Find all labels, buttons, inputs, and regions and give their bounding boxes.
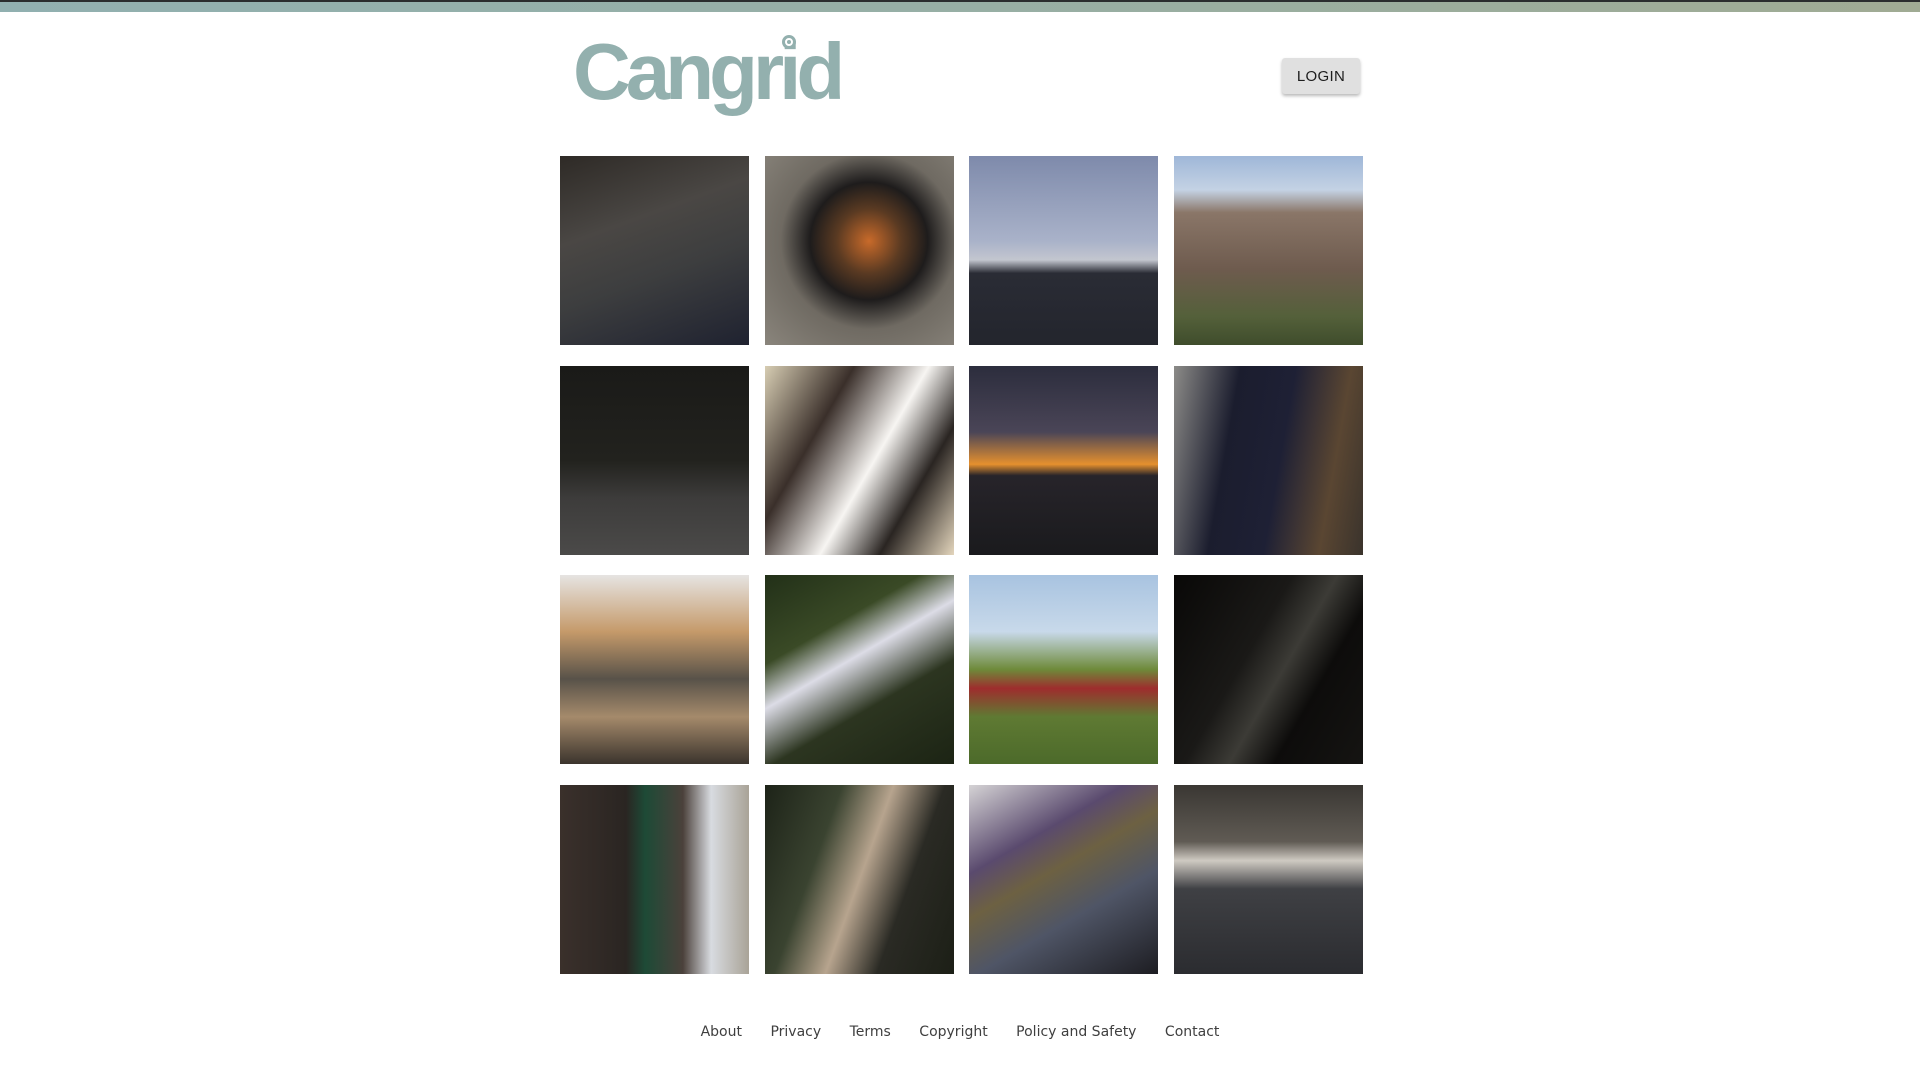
accent-bar <box>0 2 1920 12</box>
photo-tile[interactable] <box>969 784 1159 974</box>
photo-tile[interactable] <box>969 156 1159 345</box>
photo-tile[interactable] <box>1173 365 1363 555</box>
photo-tile[interactable] <box>1173 575 1363 764</box>
photo-tile[interactable] <box>560 784 749 974</box>
footer-link-copyright[interactable]: Copyright <box>919 1024 987 1040</box>
logo[interactable]: Cangrid <box>573 22 845 122</box>
footer-link-privacy[interactable]: Privacy <box>770 1024 821 1040</box>
photo-tile[interactable] <box>560 575 749 764</box>
photo-tile[interactable] <box>969 575 1159 764</box>
photo-tile[interactable] <box>560 156 749 345</box>
footer-link-policy-and-safety[interactable]: Policy and Safety <box>1016 1024 1136 1040</box>
photo-tile[interactable] <box>764 156 954 345</box>
photo-grid <box>560 156 1363 974</box>
photo-tile[interactable] <box>764 575 954 764</box>
footer-link-about[interactable]: About <box>701 1024 742 1040</box>
photo-tile[interactable] <box>1173 156 1363 345</box>
photo-tile[interactable] <box>560 365 749 555</box>
footer: About Privacy Terms Copyright Policy and… <box>0 1024 1920 1040</box>
photo-tile[interactable] <box>1173 784 1363 974</box>
photo-tile[interactable] <box>764 365 954 555</box>
camera-aperture-icon <box>782 35 796 49</box>
photo-tile[interactable] <box>764 784 954 974</box>
footer-link-contact[interactable]: Contact <box>1165 1024 1219 1040</box>
login-button[interactable]: LOGIN <box>1282 58 1360 94</box>
photo-tile[interactable] <box>969 365 1159 555</box>
footer-link-terms[interactable]: Terms <box>850 1024 891 1040</box>
